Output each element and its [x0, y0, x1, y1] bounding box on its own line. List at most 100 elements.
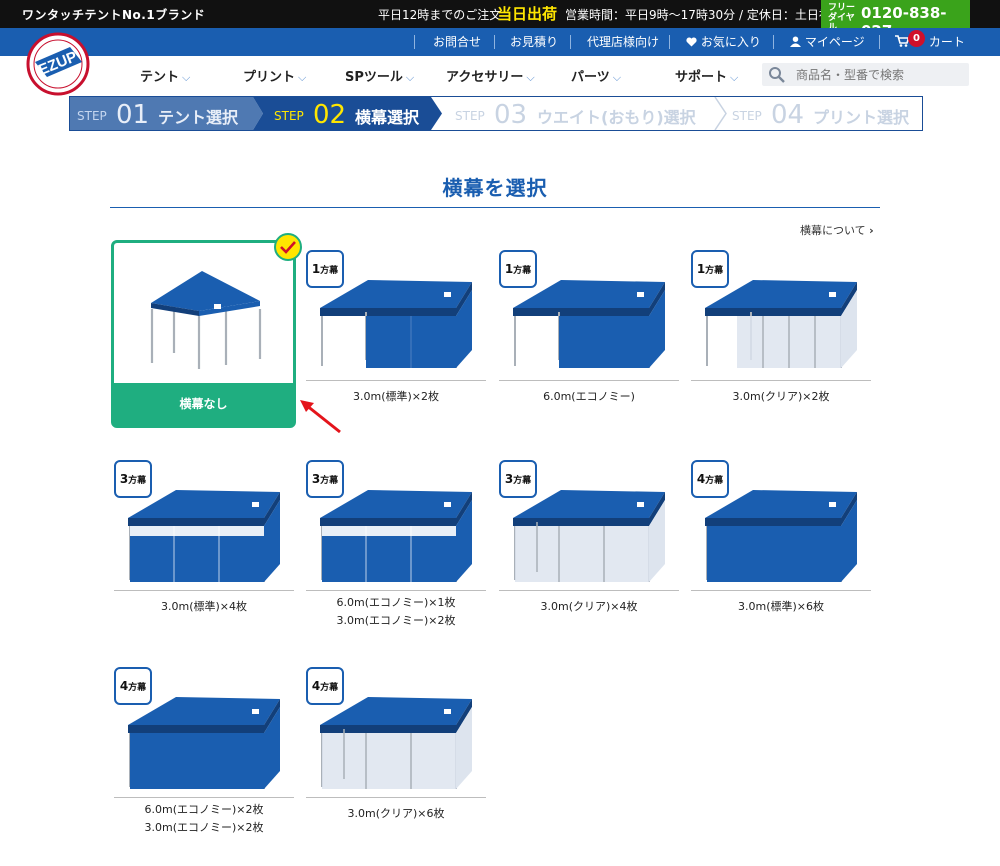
card-divider: [691, 380, 871, 381]
user-icon: [790, 36, 801, 47]
sidewall-option-card[interactable]: 4方幕 3.0m(クリア)×6枚: [306, 667, 486, 847]
nav-print[interactable]: プリント ⌵: [243, 66, 306, 86]
step-4-label: STEP: [732, 109, 762, 123]
nav-tent-label: テント: [140, 70, 180, 85]
nav-parts-label: パーツ: [571, 70, 610, 85]
badge-number: 3: [504, 472, 514, 486]
option-caption: 3.0m(クリア)×2枚: [691, 388, 871, 406]
step-1-text: テント選択: [158, 108, 239, 127]
cart-icon: [895, 35, 910, 47]
chevron-right-icon: ›: [869, 224, 874, 237]
nav-support[interactable]: サポート ⌵: [675, 66, 738, 86]
sidewall-option-card[interactable]: 3方幕 6.0m(エコノミー)×1枚 3.0m(エコノミー)×2枚: [306, 460, 486, 640]
step-2-text: 横幕選択: [355, 108, 420, 127]
freedial-box[interactable]: フリーダイヤル 0120-838-027: [821, 0, 970, 40]
card-divider: [691, 590, 871, 591]
option-caption-line: 3.0m(クリア)×4枚: [540, 600, 638, 613]
card-divider: [306, 797, 486, 798]
option-caption: 6.0m(エコノミー): [499, 388, 679, 406]
same-day-shipping: 当日出荷: [497, 5, 558, 23]
step-2-number: 02: [313, 100, 347, 130]
option-caption-line: 6.0m(エコノミー): [543, 390, 635, 403]
step-3-number: 03: [494, 100, 528, 130]
top-bar: ワンタッチテントNo.1ブランド 平日12時までのご注文 当日出荷 営業時間：平…: [0, 0, 1000, 40]
sidewall-count-badge: 1方幕: [499, 250, 537, 288]
option-caption-line: 3.0m(標準)×2枚: [352, 390, 439, 403]
card-divider: [499, 590, 679, 591]
nav-accessories[interactable]: アクセサリー ⌵: [446, 66, 535, 86]
badge-unit: 方幕: [705, 266, 724, 276]
sidewall-count-badge: 3方幕: [499, 460, 537, 498]
search-icon[interactable]: [768, 66, 786, 83]
utility-bar: お問合せ お見積り 代理店様向け お気に入り マイページ カート: [0, 28, 1000, 56]
sidewall-count-badge: 3方幕: [306, 460, 344, 498]
favorites-link[interactable]: お気に入り: [686, 28, 761, 56]
nav-tent[interactable]: テント ⌵: [140, 66, 190, 86]
step-4-text: プリント選択: [813, 108, 910, 127]
chevron-down-icon: ⌵: [612, 71, 622, 84]
heart-icon: [686, 37, 697, 47]
cart-link[interactable]: カート: [895, 28, 965, 56]
ezup-logo[interactable]: EZUP: [26, 32, 90, 96]
step-1[interactable]: STEP 01 テント選択: [70, 97, 260, 130]
step-1-number: 01: [116, 100, 150, 130]
option-caption: 3.0m(標準)×2枚: [306, 388, 486, 406]
util-separator: [414, 35, 415, 49]
sidewall-count-badge: 1方幕: [306, 250, 344, 288]
option-caption-line: 3.0m(クリア)×2枚: [732, 390, 830, 403]
card-divider: [306, 380, 486, 381]
sidewall-option-card[interactable]: 1方幕 3.0m(標準)×2枚: [306, 250, 486, 430]
badge-unit: 方幕: [320, 476, 339, 486]
badge-number: 3: [311, 472, 321, 486]
option-caption: 6.0m(エコノミー)×1枚 3.0m(エコノミー)×2枚: [306, 594, 486, 630]
step-4[interactable]: STEP 04 プリント選択: [726, 97, 922, 130]
estimate-link[interactable]: お見積り: [510, 28, 558, 56]
option-caption: 3.0m(標準)×6枚: [691, 598, 871, 616]
sidewall-option-card[interactable]: 1方幕 3.0m(クリア)×2枚: [691, 250, 871, 430]
step-2[interactable]: STEP 02 横幕選択: [260, 97, 440, 130]
tent-no-sidewall-image: [150, 271, 262, 369]
dealer-link[interactable]: 代理店様向け: [587, 28, 659, 56]
option-no-sidewall[interactable]: 横幕なし: [111, 240, 296, 428]
chevron-down-icon: ⌵: [182, 71, 191, 84]
search-input[interactable]: [796, 65, 964, 84]
option-caption-line: 6.0m(エコノミー)×2枚: [144, 803, 264, 816]
mypage-label: マイページ: [804, 35, 865, 49]
sidewall-count-badge: 4方幕: [114, 667, 152, 705]
option-caption-line: 6.0m(エコノミー)×1枚: [336, 596, 456, 609]
contact-link[interactable]: お問合せ: [433, 28, 481, 56]
badge-number: 4: [696, 472, 706, 486]
step-3[interactable]: STEP 03 ウエイト(おもり)選択: [445, 97, 717, 130]
badge-number: 1: [311, 262, 321, 276]
badge-unit: 方幕: [128, 683, 147, 693]
brand-tagline: ワンタッチテントNo.1ブランド: [22, 8, 206, 22]
util-separator: [669, 35, 670, 49]
step-progress: STEP 01 テント選択 STEP 02 横幕選択 STEP 03 ウエイト(…: [69, 96, 923, 131]
util-separator: [879, 35, 880, 49]
nav-parts[interactable]: パーツ ⌵: [571, 66, 621, 86]
option-caption: 3.0m(クリア)×4枚: [499, 598, 679, 616]
sidewall-option-card[interactable]: 3方幕 3.0m(クリア)×4枚: [499, 460, 679, 640]
sidewall-count-badge: 1方幕: [691, 250, 729, 288]
sidewall-option-card[interactable]: 4方幕 6.0m(エコノミー)×2枚 3.0m(エコノミー)×2枚: [114, 667, 294, 847]
step-2-label: STEP: [274, 109, 304, 123]
badge-number: 1: [504, 262, 514, 276]
sidewall-option-card[interactable]: 4方幕 3.0m(標準)×6枚: [691, 460, 871, 640]
sidewall-option-card[interactable]: 1方幕 6.0m(エコノミー): [499, 250, 679, 430]
mypage-link[interactable]: マイページ: [790, 28, 865, 56]
sidewall-option-card[interactable]: 3方幕 3.0m(標準)×4枚: [114, 460, 294, 640]
page-title: 横幕を選択: [442, 176, 548, 200]
card-divider: [499, 380, 679, 381]
step-3-text: ウエイト(おもり)選択: [537, 108, 696, 127]
sidewall-count-badge: 3方幕: [114, 460, 152, 498]
about-sidewall-link[interactable]: 横幕について ›: [800, 222, 874, 238]
card-divider: [114, 590, 294, 591]
option-caption-line: 3.0m(標準)×4枚: [160, 600, 247, 613]
badge-unit: 方幕: [513, 266, 532, 276]
cart-count-badge: 0: [908, 30, 925, 47]
nav-sp-tools[interactable]: SPツール ⌵: [345, 66, 414, 86]
badge-number: 4: [119, 679, 129, 693]
chevron-down-icon: ⌵: [526, 71, 535, 84]
badge-unit: 方幕: [705, 476, 724, 486]
step-1-label: STEP: [77, 109, 107, 123]
